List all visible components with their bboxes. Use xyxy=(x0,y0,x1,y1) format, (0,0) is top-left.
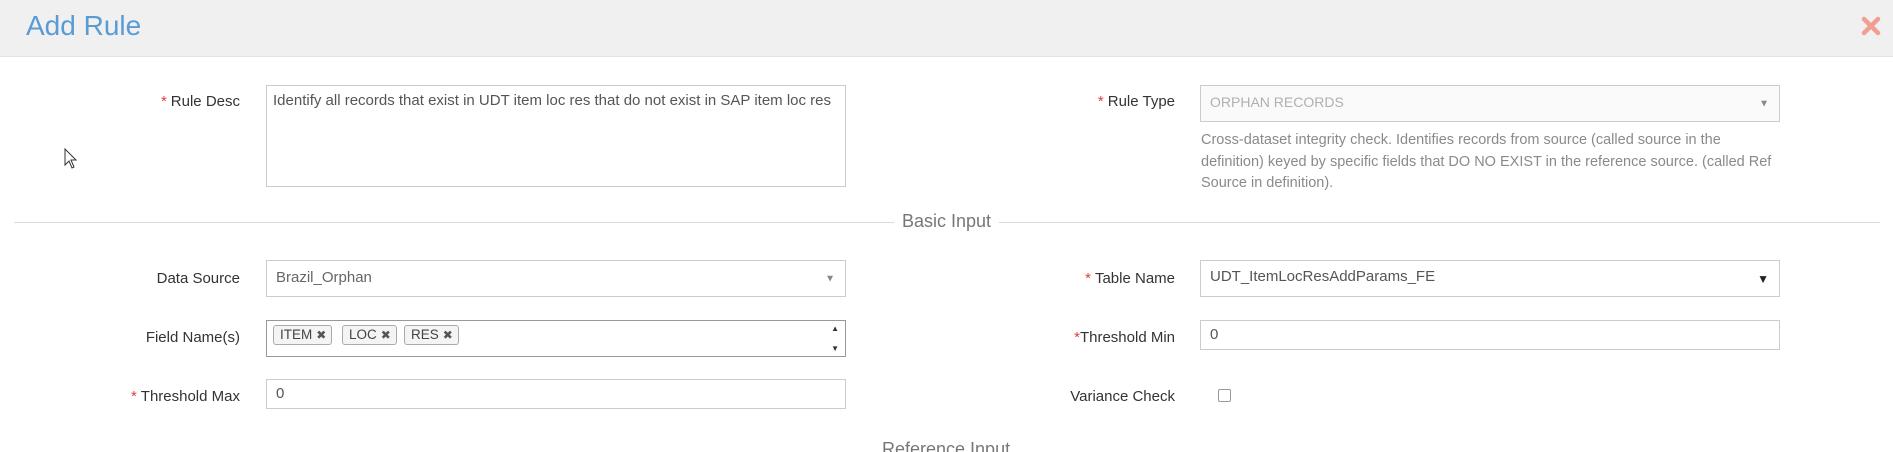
scroll-up-icon[interactable]: ▲ xyxy=(831,324,839,333)
x-icon[interactable]: ✖ xyxy=(443,328,453,342)
rule-desc-textarea[interactable]: Identify all records that exist in UDT i… xyxy=(266,85,846,187)
dialog-header: Add Rule xyxy=(0,0,1893,57)
caret-down-icon: ▼ xyxy=(1757,271,1769,286)
x-icon[interactable]: ✖ xyxy=(381,328,391,342)
threshold-min-label: *Threshold Min xyxy=(1074,329,1175,346)
rule-type-label: * Rule Type xyxy=(1097,93,1175,110)
section-title-reference: Reference Input xyxy=(874,439,1019,452)
mouse-pointer-icon xyxy=(64,148,78,169)
caret-down-icon: ▼ xyxy=(1759,98,1769,109)
field-names-multiselect[interactable]: ITEM ✖ LOC ✖ RES ✖ ▲ ▼ xyxy=(266,320,846,357)
threshold-max-input[interactable]: 0 xyxy=(266,379,846,409)
rule-type-value: ORPHAN RECORDS xyxy=(1210,94,1344,110)
rule-type-help: Cross-dataset integrity check. Identifie… xyxy=(1201,132,1772,191)
table-name-value: UDT_ItemLocResAddParams_FE xyxy=(1210,268,1436,285)
variance-check-checkbox[interactable] xyxy=(1218,389,1231,402)
field-names-label: Field Name(s) xyxy=(145,329,240,346)
variance-check-label: Variance Check xyxy=(1070,388,1175,405)
dialog-title: Add Rule xyxy=(26,10,142,41)
table-name-select[interactable]: UDT_ItemLocResAddParams_FE ▼ xyxy=(1200,260,1780,297)
close-icon[interactable] xyxy=(1859,14,1883,38)
table-name-label: * Table Name xyxy=(1085,270,1175,287)
x-icon[interactable]: ✖ xyxy=(316,328,326,342)
data-source-select[interactable]: Brazil_Orphan ▼ xyxy=(266,260,846,297)
tag-res: RES ✖ xyxy=(404,325,459,345)
threshold-min-input[interactable]: 0 xyxy=(1200,320,1780,350)
section-title-basic: Basic Input xyxy=(894,211,1000,232)
data-source-label: Data Source xyxy=(156,270,240,287)
tag-loc: LOC ✖ xyxy=(342,325,397,345)
tag-item: ITEM ✖ xyxy=(273,325,333,345)
threshold-max-label: * Threshold Max xyxy=(130,388,240,405)
rule-type-select[interactable]: ORPHAN RECORDS ▼ xyxy=(1200,85,1780,122)
caret-down-icon: ▼ xyxy=(825,273,835,284)
data-source-value: Brazil_Orphan xyxy=(276,269,372,286)
scroll-down-icon[interactable]: ▼ xyxy=(831,344,839,353)
rule-desc-label: * Rule Desc xyxy=(160,93,240,110)
